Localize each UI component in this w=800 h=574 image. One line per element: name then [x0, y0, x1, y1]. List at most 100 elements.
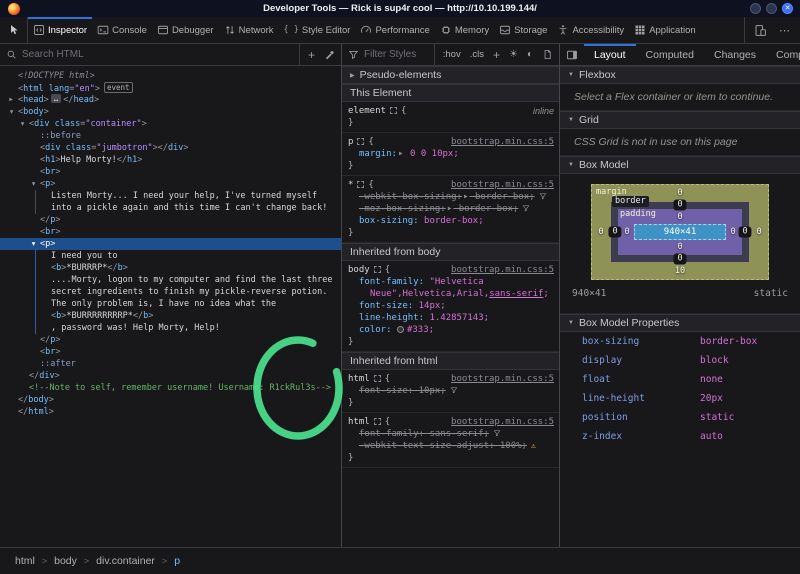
border-top-value[interactable]: 0 — [673, 199, 687, 211]
margin-top-value[interactable]: 0 — [677, 188, 682, 198]
tab-console[interactable]: Console — [92, 17, 152, 43]
markup-line[interactable]: secret ingredients to finish my pickle-r… — [0, 286, 341, 298]
padding-left-value[interactable]: 0 — [624, 227, 629, 237]
rule-line[interactable]: } — [342, 160, 559, 172]
rules-section-header[interactable]: Inherited from body — [342, 243, 559, 261]
search-html-input[interactable]: Search HTML — [22, 49, 294, 60]
rule-line[interactable]: margin: ▶ 0 0 10px; — [342, 148, 559, 160]
padding-top-value[interactable]: 0 — [677, 212, 682, 222]
property-value[interactable]: border-box — [700, 336, 757, 347]
rule-line[interactable]: font-size: 10px; — [342, 385, 559, 397]
breadcrumb-item-body[interactable]: body — [54, 555, 77, 567]
sidebar-tab-changes[interactable]: Changes — [704, 44, 766, 65]
padding-right-value[interactable]: 0 — [730, 227, 735, 237]
margin-right-value[interactable]: 0 — [756, 227, 761, 237]
rule-line[interactable]: font-size: 14px; — [342, 300, 559, 312]
markup-line[interactable]: </div> — [0, 370, 341, 382]
add-rule-icon[interactable]: + — [493, 48, 500, 62]
selector-highlighter-icon[interactable] — [373, 375, 381, 382]
stylesheet-link[interactable]: bootstrap.min.css:5 — [451, 179, 554, 191]
markup-line[interactable]: into a pickle again and this time I can'… — [0, 202, 341, 214]
rules-section-header[interactable]: This Element — [342, 84, 559, 102]
sidebar-tab-layout[interactable]: Layout — [584, 44, 636, 65]
markup-line[interactable]: I need you to — [0, 250, 341, 262]
stylesheet-link[interactable]: bootstrap.min.css:5 — [451, 264, 554, 276]
collapse-arrow-icon[interactable]: ▶ — [27, 180, 39, 188]
margin-bottom-value[interactable]: 10 — [675, 266, 685, 276]
rule-line[interactable]: } — [342, 117, 559, 129]
rule-line[interactable]: } — [342, 452, 559, 464]
rule-line[interactable]: * {bootstrap.min.css:5 — [342, 179, 559, 191]
markup-line[interactable]: <br> — [0, 166, 341, 178]
markup-line[interactable]: </p> — [0, 334, 341, 346]
selector-highlighter-icon[interactable] — [389, 107, 397, 114]
rule-line[interactable]: -webkit-text-size-adjust: 100%; ⚠ — [342, 440, 559, 452]
selector-highlighter-icon[interactable] — [373, 418, 381, 425]
rule-line[interactable]: color: #333; — [342, 324, 559, 336]
tab-application[interactable]: Application — [629, 17, 700, 43]
rule-line[interactable]: -webkit-box-sizing: ▶ border-box; — [342, 191, 559, 203]
markup-line[interactable]: ▶ <body> — [0, 106, 341, 118]
tab-debugger[interactable]: Debugger — [152, 17, 219, 43]
property-value[interactable]: none — [700, 374, 723, 385]
tab-inspector[interactable]: Inspector — [28, 17, 93, 43]
sidebar-toggle-icon[interactable] — [560, 44, 584, 65]
markup-line[interactable]: <br> — [0, 346, 341, 358]
markup-line[interactable]: ▶ <div class="container"> — [0, 118, 341, 130]
expand-shorthand-icon[interactable]: ▶ — [448, 203, 452, 215]
rule-line[interactable]: html {bootstrap.min.css:5 — [342, 416, 559, 428]
padding-bottom-value[interactable]: 0 — [677, 242, 682, 252]
margin-left-value[interactable]: 0 — [598, 227, 603, 237]
overridden-filter-icon[interactable] — [518, 204, 530, 214]
markup-line[interactable]: <br> — [0, 226, 341, 238]
stylesheet-link[interactable]: bootstrap.min.css:5 — [451, 136, 554, 148]
overridden-filter-icon[interactable] — [489, 429, 501, 439]
tab-accessibility[interactable]: Accessibility — [552, 17, 629, 43]
rule-line[interactable]: element {inline — [342, 105, 559, 117]
rule-line[interactable]: line-height: 1.42857143; — [342, 312, 559, 324]
markup-line[interactable]: <h1>Help Morty!</h1> — [0, 154, 341, 166]
markup-line[interactable]: </html> — [0, 406, 341, 418]
color-swatch[interactable] — [396, 326, 404, 333]
expand-arrow-icon[interactable]: ▶ — [7, 94, 15, 106]
collapse-arrow-icon[interactable]: ▶ — [5, 108, 17, 116]
markup-line[interactable]: </p> — [0, 214, 341, 226]
event-badge[interactable]: event — [103, 82, 133, 93]
selector-highlighter-icon[interactable] — [373, 266, 381, 273]
add-node-icon[interactable]: + — [308, 48, 315, 62]
markup-line[interactable]: ::before — [0, 130, 341, 142]
markup-line[interactable]: <!DOCTYPE html> — [0, 70, 341, 82]
property-value[interactable]: static — [700, 412, 734, 423]
property-value[interactable]: auto — [700, 431, 723, 442]
expand-shorthand-icon[interactable]: ▶ — [399, 148, 403, 160]
breadcrumb-item-p[interactable]: p — [174, 555, 180, 567]
collapse-arrow-icon[interactable]: ▶ — [16, 120, 28, 128]
markup-line[interactable]: ▶ <p> — [0, 178, 341, 190]
tab-memory[interactable]: Memory — [435, 17, 494, 43]
overridden-filter-icon[interactable] — [446, 386, 458, 396]
grid-section-header[interactable]: ▼ Grid — [560, 111, 800, 129]
border-bottom-value[interactable]: 0 — [673, 253, 687, 265]
close-button[interactable]: ✕ — [782, 3, 793, 14]
class-toggle[interactable]: .cls — [470, 49, 484, 60]
markup-line[interactable]: , password was! Help Morty, Help! — [0, 322, 341, 334]
maximize-button[interactable] — [766, 3, 777, 14]
filter-styles-input[interactable]: Filter Styles — [364, 49, 429, 60]
rule-line[interactable]: font-family: "Helvetica — [342, 276, 559, 288]
selector-highlighter-icon[interactable] — [357, 138, 365, 145]
selector-highlighter-icon[interactable] — [357, 181, 365, 188]
tab-network[interactable]: Network — [219, 17, 279, 43]
tab-performance[interactable]: Performance — [355, 17, 434, 43]
markup-line[interactable]: </body> — [0, 394, 341, 406]
breadcrumb-item-div-container[interactable]: div.container — [96, 555, 155, 567]
responsive-design-mode-icon[interactable] — [754, 24, 767, 37]
markup-line[interactable]: <div class="jumbotron"></div> — [0, 142, 341, 154]
rule-line[interactable]: } — [342, 397, 559, 409]
box-model-properties-header[interactable]: ▼ Box Model Properties — [560, 314, 800, 332]
rules-section-header[interactable]: Inherited from html — [342, 352, 559, 370]
border-right-value[interactable]: 0 — [738, 226, 752, 238]
tab-styleeditor[interactable]: { } Style Editor — [279, 17, 356, 43]
collapsed-content-badge[interactable]: … — [50, 94, 62, 103]
markup-line[interactable]: <b>*BURRRRRRRRP*</b> — [0, 310, 341, 322]
border-left-value[interactable]: 0 — [608, 226, 622, 238]
